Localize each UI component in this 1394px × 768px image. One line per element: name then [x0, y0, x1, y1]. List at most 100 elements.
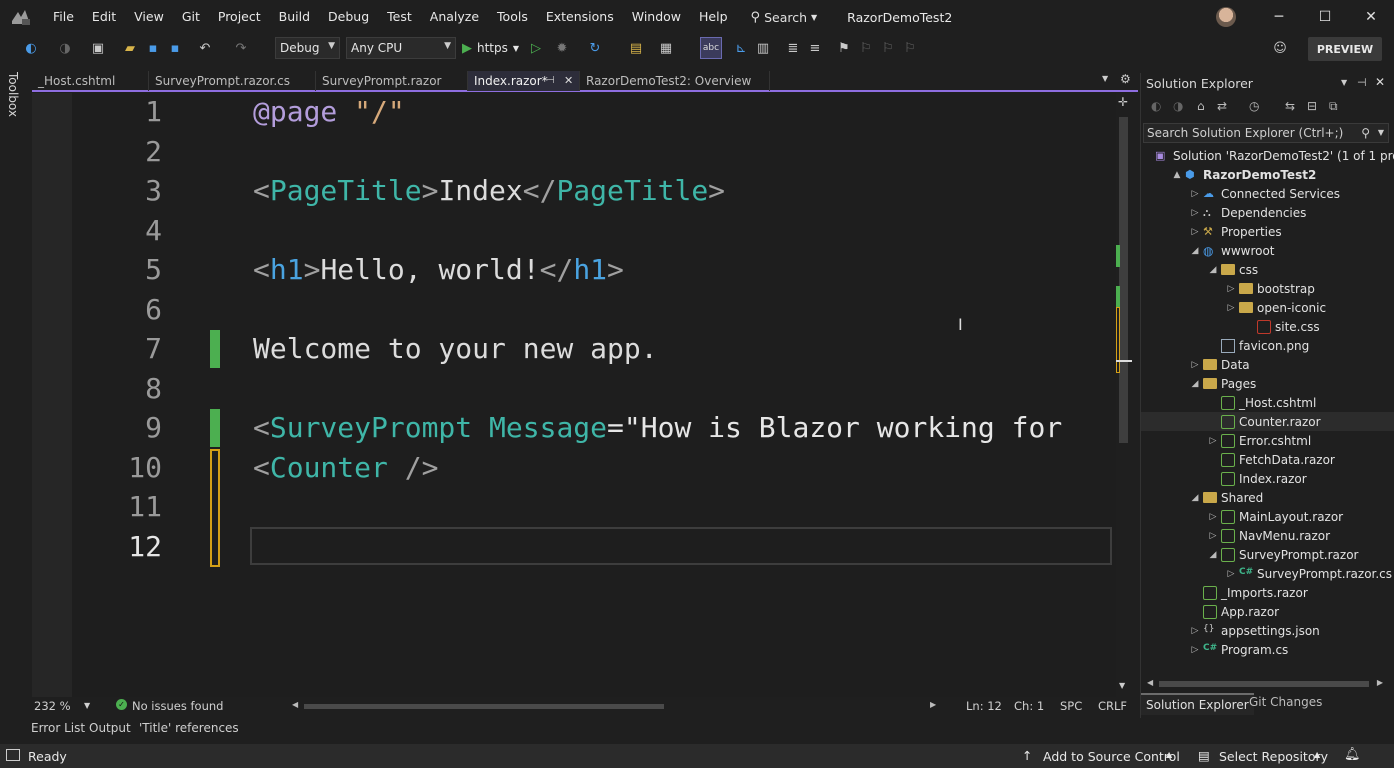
issues-status[interactable]: No issues found	[132, 699, 223, 713]
expand-toggle-icon[interactable]: ▷	[1225, 569, 1237, 579]
chevron-down-icon[interactable]: ▼	[84, 701, 90, 710]
sync-icon[interactable]: ⇆	[1285, 99, 1295, 113]
tree-item[interactable]: ▷ Data	[1141, 355, 1394, 374]
line-indicator[interactable]: Ln: 12	[966, 699, 1002, 713]
configuration-select[interactable]: Debug ▼	[275, 37, 340, 59]
hot-reload-icon[interactable]: ✹	[552, 37, 572, 59]
select-repository[interactable]: Select Repository	[1219, 749, 1328, 764]
pin-icon[interactable]: ⊣	[1357, 76, 1367, 89]
refresh-icon[interactable]: ↻	[585, 37, 605, 59]
tree-item[interactable]: Counter.razor	[1141, 412, 1394, 431]
notification-bell-icon[interactable]: 🔔︎	[1344, 747, 1361, 762]
tab-title-references[interactable]: 'Title' references	[139, 721, 239, 735]
platform-select[interactable]: Any CPU ▼	[346, 37, 456, 59]
spell-check-icon[interactable]: abc	[700, 37, 722, 59]
scroll-down-icon[interactable]: ▼	[1119, 681, 1125, 690]
preview-button[interactable]: PREVIEW	[1308, 37, 1382, 61]
tree-item[interactable]: ▷ open-iconic	[1141, 298, 1394, 317]
indent-icon[interactable]: ≣	[784, 37, 802, 59]
solution-explorer-search[interactable]: Search Solution Explorer (Ctrl+;) ⚲ ▼	[1143, 123, 1389, 143]
prev-bookmark-icon[interactable]: ⚐	[858, 37, 874, 59]
forward-icon[interactable]: ◑	[1173, 99, 1183, 113]
expand-toggle-icon[interactable]: ▷	[1189, 189, 1201, 199]
tree-item[interactable]: ◢ ◍ wwwroot	[1141, 241, 1394, 260]
tree-item[interactable]: ▷ ☁ Connected Services	[1141, 184, 1394, 203]
tree-item[interactable]: ▷ Error.cshtml	[1141, 431, 1394, 450]
tree-item[interactable]: _Host.cshtml	[1141, 393, 1394, 412]
tab-host-cshtml[interactable]: _Host.cshtml	[32, 71, 149, 91]
new-project-icon[interactable]: ▣	[88, 37, 108, 59]
scroll-left-icon[interactable]: ◀	[292, 700, 298, 709]
start-without-debugging-icon[interactable]: ▷	[528, 37, 544, 59]
search-menu[interactable]: ⚲ Search ▼	[751, 10, 818, 25]
menu-extensions[interactable]: Extensions	[537, 0, 623, 34]
line-ending-indicator[interactable]: CRLF	[1098, 699, 1127, 713]
feedback-icon[interactable]: ☺	[1270, 37, 1290, 59]
menu-tools[interactable]: Tools	[488, 0, 537, 34]
scroll-thumb[interactable]	[1119, 117, 1128, 443]
menu-git[interactable]: Git	[173, 0, 209, 34]
zoom-level[interactable]: 232 %	[34, 699, 71, 713]
save-all-icon[interactable]: ▪	[166, 37, 184, 59]
tree-item[interactable]: FetchData.razor	[1141, 450, 1394, 469]
back-icon[interactable]: ◐	[1151, 99, 1161, 113]
tab-git-changes[interactable]: Git Changes	[1249, 695, 1322, 709]
tree-item[interactable]: ▷ C# Program.cs	[1141, 640, 1394, 659]
outdent-icon[interactable]: ≡	[806, 37, 824, 59]
menu-analyze[interactable]: Analyze	[421, 0, 488, 34]
close-tab-icon[interactable]: ✕	[564, 71, 573, 91]
open-folder-icon[interactable]: ▰	[120, 37, 140, 59]
expand-toggle-icon[interactable]: ◢	[1189, 379, 1201, 389]
tree-item[interactable]: ▷{} appsettings.json	[1141, 621, 1394, 640]
back-icon[interactable]: ◐	[22, 37, 40, 59]
show-all-files-icon[interactable]: ⧉	[1329, 99, 1338, 114]
expand-toggle-icon[interactable]: ▷	[1189, 626, 1201, 636]
expand-toggle-icon[interactable]: ▷	[1189, 208, 1201, 218]
tab-error-list[interactable]: Error List	[31, 721, 85, 735]
tree-item[interactable]: ▷ NavMenu.razor	[1141, 526, 1394, 545]
minimize-button[interactable]: ─	[1256, 0, 1302, 34]
home-icon[interactable]: ⌂	[1197, 99, 1205, 113]
pin-icon[interactable]: ⊣	[546, 71, 555, 91]
tab-solution-explorer[interactable]: Solution Explorer	[1141, 693, 1254, 715]
forward-icon[interactable]: ◑	[56, 37, 74, 59]
expand-toggle-icon[interactable]: ◢	[1189, 493, 1201, 503]
expand-toggle-icon[interactable]: ▷	[1189, 360, 1201, 370]
split-icon[interactable]: ✛	[1118, 95, 1128, 109]
tab-surveyprompt-razor-cs[interactable]: SurveyPrompt.razor.cs	[149, 71, 316, 91]
expand-toggle-icon[interactable]: ▷	[1225, 284, 1237, 294]
chevron-up-icon[interactable]: ▲	[1314, 750, 1320, 759]
close-window-button[interactable]: ✕	[1348, 0, 1394, 34]
tree-item[interactable]: site.css	[1141, 317, 1394, 336]
menu-debug[interactable]: Debug	[319, 0, 378, 34]
tree-item[interactable]: ◢ css	[1141, 260, 1394, 279]
expand-toggle-icon[interactable]: ▷	[1189, 227, 1201, 237]
tree-item[interactable]: ▷ ⚒ Properties	[1141, 222, 1394, 241]
expand-toggle-icon[interactable]: ◢	[1207, 550, 1219, 560]
menu-help[interactable]: Help	[690, 0, 737, 34]
expand-toggle-icon[interactable]: ▲	[1171, 170, 1183, 180]
avatar[interactable]	[1216, 7, 1236, 27]
tree-item[interactable]: Index.razor	[1141, 469, 1394, 488]
menu-project[interactable]: Project	[209, 0, 270, 34]
menu-edit[interactable]: Edit	[83, 0, 125, 34]
undo-icon[interactable]: ↶	[196, 37, 214, 59]
run-button[interactable]: ▶ https ▼	[462, 37, 524, 59]
tree-item[interactable]: ◢ Shared	[1141, 488, 1394, 507]
maximize-button[interactable]: ☐	[1302, 0, 1348, 34]
tree-item[interactable]: ▲ ⬢ RazorDemoTest2	[1141, 165, 1394, 184]
scroll-right-icon[interactable]: ▶	[930, 700, 936, 709]
expand-toggle-icon[interactable]: ▷	[1207, 436, 1219, 446]
browser-link-icon[interactable]: ▦	[656, 37, 676, 59]
horizontal-scrollbar[interactable]: ◀ ▶	[1147, 678, 1383, 688]
clear-bookmarks-icon[interactable]: ⚐	[902, 37, 918, 59]
chevron-up-icon[interactable]: ▲	[1166, 750, 1172, 759]
tree-item[interactable]: ▷ bootstrap	[1141, 279, 1394, 298]
bookmark-icon[interactable]: ⚑	[836, 37, 852, 59]
tab-index-razor[interactable]: Index.razor* ⊣ ✕	[468, 71, 580, 91]
settings-icon[interactable]: ⚙	[1120, 72, 1131, 86]
save-icon[interactable]: ▪	[144, 37, 162, 59]
tree-item[interactable]: ▣ Solution 'RazorDemoTest2' (1 of 1 proje…	[1141, 146, 1394, 165]
tree-item[interactable]: App.razor	[1141, 602, 1394, 621]
expand-toggle-icon[interactable]: ◢	[1189, 246, 1201, 256]
